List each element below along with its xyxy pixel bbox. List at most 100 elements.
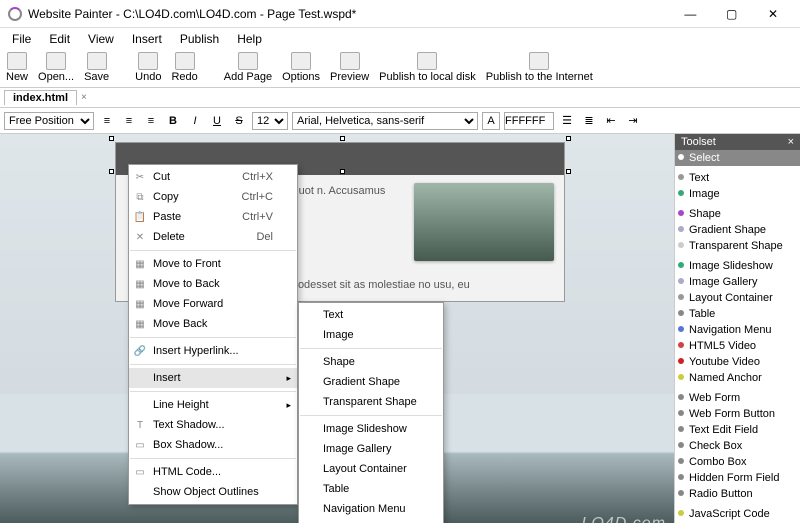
tool-javascript-code[interactable]: JavaScript Code xyxy=(675,506,800,522)
toolbar-options[interactable]: Options xyxy=(282,52,320,83)
tool-select[interactable]: Select xyxy=(675,150,800,166)
list-ul-button[interactable]: ☰ xyxy=(558,112,576,130)
tool-navigation-menu[interactable]: Navigation Menu xyxy=(675,322,800,338)
ctx-line-height[interactable]: Line Height▸ xyxy=(129,395,297,415)
toolbar-publish-to-local-disk[interactable]: Publish to local disk xyxy=(379,52,476,83)
tool-gradient-shape-icon xyxy=(678,226,684,232)
insert-image[interactable]: Image xyxy=(299,325,443,345)
ctx-move-forward[interactable]: ▦Move Forward xyxy=(129,294,297,314)
design-canvas[interactable]: us mea no, solet urei mei et, hinc quot … xyxy=(0,134,674,523)
tool-image-slideshow[interactable]: Image Slideshow xyxy=(675,258,800,274)
insert-table[interactable]: Table xyxy=(299,479,443,499)
tool-radio-button[interactable]: Radio Button xyxy=(675,486,800,502)
tool-web-form-button-icon xyxy=(678,410,684,416)
strike-button[interactable]: S xyxy=(230,112,248,130)
tool-named-anchor[interactable]: Named Anchor xyxy=(675,370,800,386)
tool-html-video[interactable]: HTML5 Video xyxy=(675,338,800,354)
outdent-button[interactable]: ⇤ xyxy=(602,112,620,130)
menu-view[interactable]: View xyxy=(80,30,122,48)
underline-button[interactable]: U xyxy=(208,112,226,130)
ctx-text-shadow-[interactable]: TText Shadow... xyxy=(129,415,297,435)
toolbar-preview-icon xyxy=(340,52,360,70)
align-right-button[interactable]: ≡ xyxy=(142,112,160,130)
insert-image-slideshow[interactable]: Image Slideshow xyxy=(299,419,443,439)
tool-shape[interactable]: Shape xyxy=(675,206,800,222)
list-ol-button[interactable]: ≣ xyxy=(580,112,598,130)
maximize-button[interactable]: ▢ xyxy=(713,7,751,21)
ctx-insert-hyperlink-[interactable]: 🔗Insert Hyperlink... xyxy=(129,341,297,361)
tool-image[interactable]: Image xyxy=(675,186,800,202)
toolbar-undo[interactable]: Undo xyxy=(135,52,161,83)
bold-button[interactable]: B xyxy=(164,112,182,130)
insert-navigation-menu[interactable]: Navigation Menu xyxy=(299,499,443,519)
toolbar-open-[interactable]: Open... xyxy=(38,52,74,83)
card-image[interactable] xyxy=(414,183,554,261)
insert-html-video[interactable]: HTML5 Video xyxy=(299,519,443,523)
ctx-move-to-back[interactable]: ▦Move to Back xyxy=(129,274,297,294)
ctx-move-back[interactable]: ▦Move Back xyxy=(129,314,297,334)
tool-youtube-video[interactable]: Youtube Video xyxy=(675,354,800,370)
tool-web-form[interactable]: Web Form xyxy=(675,390,800,406)
toolbar-add-page[interactable]: Add Page xyxy=(224,52,272,83)
toolbar-redo[interactable]: Redo xyxy=(171,52,197,83)
menu-publish[interactable]: Publish xyxy=(172,30,227,48)
tool-combo-box-icon xyxy=(678,458,684,464)
font-family-select[interactable]: Arial, Helvetica, sans-serif xyxy=(292,112,478,130)
position-mode-select[interactable]: Free Position xyxy=(4,112,94,130)
toolset-close-icon[interactable]: × xyxy=(788,136,794,148)
menu-file[interactable]: File xyxy=(4,30,39,48)
insert-gradient-shape[interactable]: Gradient Shape xyxy=(299,372,443,392)
toolbar-publish-to-the-internet[interactable]: Publish to the Internet xyxy=(486,52,593,83)
insert-shape[interactable]: Shape xyxy=(299,352,443,372)
tool-table[interactable]: Table xyxy=(675,306,800,322)
tool-check-box[interactable]: Check Box xyxy=(675,438,800,454)
insert-transparent-shape[interactable]: Transparent Shape xyxy=(299,392,443,412)
menu-edit[interactable]: Edit xyxy=(41,30,78,48)
ctx-box-shadow-[interactable]: ▭Box Shadow... xyxy=(129,435,297,455)
ctx-move-to-front[interactable]: ▦Move to Front xyxy=(129,254,297,274)
ctx-show-object-outlines[interactable]: Show Object Outlines xyxy=(129,482,297,502)
tool-transparent-shape[interactable]: Transparent Shape xyxy=(675,238,800,254)
toolbar-save-icon xyxy=(87,52,107,70)
ctx-paste[interactable]: 📋PasteCtrl+V xyxy=(129,207,297,227)
tab-close-button[interactable]: × xyxy=(81,92,87,103)
tool-layout-container-icon xyxy=(678,294,684,300)
menu-help[interactable]: Help xyxy=(229,30,270,48)
menu-insert[interactable]: Insert xyxy=(124,30,170,48)
color-hex-input[interactable] xyxy=(504,112,554,130)
toolbar-new-icon xyxy=(7,52,27,70)
toolbar-new[interactable]: New xyxy=(6,52,28,83)
tool-text[interactable]: Text xyxy=(675,170,800,186)
close-button[interactable]: ✕ xyxy=(754,7,792,21)
tool-layout-container[interactable]: Layout Container xyxy=(675,290,800,306)
tool-hidden-form-field[interactable]: Hidden Form Field xyxy=(675,470,800,486)
tool-gradient-shape[interactable]: Gradient Shape xyxy=(675,222,800,238)
italic-button[interactable]: I xyxy=(186,112,204,130)
ctx-insert[interactable]: Insert▸ xyxy=(129,368,297,388)
tool-image-gallery[interactable]: Image Gallery xyxy=(675,274,800,290)
tool-text-icon xyxy=(678,174,684,180)
insert-text[interactable]: Text xyxy=(299,305,443,325)
align-left-button[interactable]: ≡ xyxy=(98,112,116,130)
minimize-button[interactable]: — xyxy=(671,7,709,21)
ctx-delete-icon: ✕ xyxy=(133,232,147,243)
ctx-copy[interactable]: ⧉CopyCtrl+C xyxy=(129,187,297,207)
align-center-button[interactable]: ≡ xyxy=(120,112,138,130)
indent-button[interactable]: ⇥ xyxy=(624,112,642,130)
ctx-delete[interactable]: ✕DeleteDel xyxy=(129,227,297,247)
ctx-cut[interactable]: ✂CutCtrl+X xyxy=(129,167,297,187)
toolbar-save[interactable]: Save xyxy=(84,52,109,83)
insert-layout-container[interactable]: Layout Container xyxy=(299,459,443,479)
tab-index[interactable]: index.html xyxy=(4,90,77,105)
tool-text-edit-field[interactable]: Text Edit Field xyxy=(675,422,800,438)
font-size-select[interactable]: 12 xyxy=(252,112,288,130)
tool-select-icon xyxy=(678,154,684,160)
main-toolbar: New Open... Save Undo Redo Add Page Options Pre… xyxy=(0,50,800,88)
font-color-button[interactable]: A xyxy=(482,112,500,130)
insert-image-gallery[interactable]: Image Gallery xyxy=(299,439,443,459)
toolbar-preview[interactable]: Preview xyxy=(330,52,369,83)
tool-combo-box[interactable]: Combo Box xyxy=(675,454,800,470)
toolbar-redo-icon xyxy=(175,52,195,70)
ctx-html-code-[interactable]: ▭HTML Code... xyxy=(129,462,297,482)
tool-web-form-button[interactable]: Web Form Button xyxy=(675,406,800,422)
